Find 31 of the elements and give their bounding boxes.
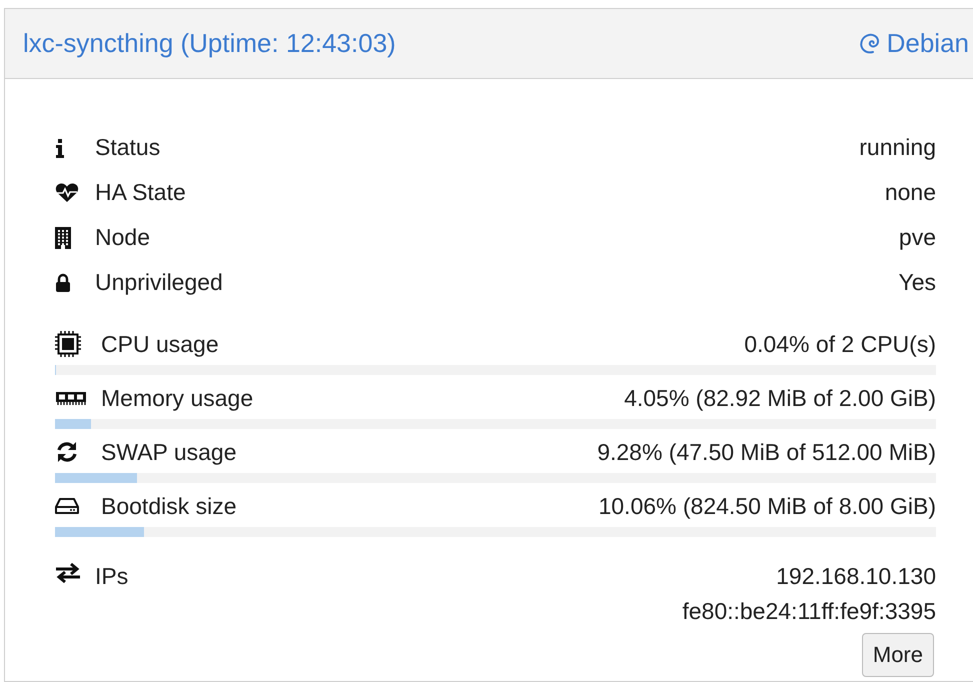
panel-title: lxc-syncthing (Uptime: 12:43:03) — [23, 28, 396, 59]
usage-label: SWAP usage — [101, 438, 238, 466]
usage-value: 4.05% (82.92 MiB of 2.00 GiB) — [624, 384, 936, 412]
info-icon — [55, 138, 65, 158]
field-label: Node — [95, 224, 151, 251]
heartbeat-icon — [55, 182, 79, 202]
usage-value: 9.28% (47.50 MiB of 512.00 MiB) — [597, 438, 936, 466]
ip-address: 192.168.10.130 — [776, 563, 936, 590]
lock-icon — [55, 272, 71, 292]
usage-label: Memory usage — [101, 384, 254, 412]
exchange-arrows-icon — [55, 563, 81, 583]
field-label: IPs — [95, 563, 130, 590]
memory-module-icon — [55, 390, 87, 406]
usage-label: CPU usage — [101, 330, 220, 358]
field-label: HA State — [95, 179, 187, 206]
building-icon — [55, 226, 71, 248]
field-label: Status — [95, 134, 162, 161]
swirl-logo-icon — [858, 32, 881, 56]
usage-value: 0.04% of 2 CPU(s) — [744, 330, 936, 358]
field-value: Yes — [898, 269, 936, 296]
field-value: pve — [898, 224, 936, 251]
usage-value: 10.06% (824.50 MiB of 8.00 GiB) — [598, 492, 936, 520]
field-label: Unprivileged — [95, 269, 224, 296]
usage-label: Bootdisk size — [101, 492, 238, 520]
ip-address: fe80::be24:11ff:fe9f:3395 — [682, 598, 936, 625]
field-value: none — [884, 179, 936, 206]
field-value: running — [859, 134, 936, 161]
refresh-icon — [55, 441, 79, 463]
more-button[interactable]: More — [862, 633, 934, 677]
os-name: Debian — [886, 28, 969, 59]
cpu-chip-icon — [55, 331, 81, 357]
